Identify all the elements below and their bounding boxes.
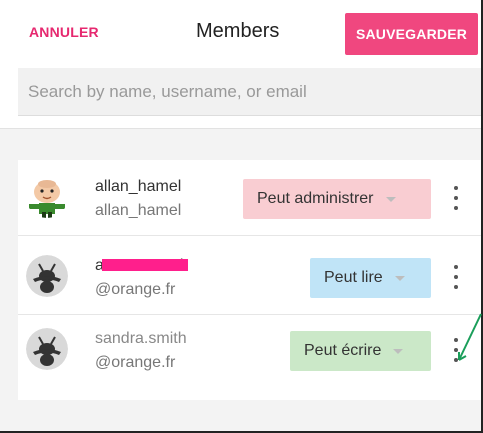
role-label: Peut administrer [257, 190, 374, 207]
ant-avatar-icon [26, 255, 68, 297]
members-list: allan_hamel allan_hamel Peut administrer [18, 160, 481, 400]
member-row: al @orange.fr Peut lire [18, 239, 481, 315]
role-dropdown[interactable]: Peut écrire [290, 331, 431, 371]
member-row: sandra.smith @orange.fr Peut écrire [18, 312, 481, 388]
role-dropdown[interactable]: Peut administrer [243, 179, 431, 219]
chevron-down-icon [385, 196, 396, 202]
ant-avatar-icon [26, 328, 68, 370]
member-email: @orange.fr [95, 354, 176, 371]
annotation-arrow [458, 313, 482, 361]
role-dropdown[interactable]: Peut lire [310, 258, 431, 298]
search-input[interactable] [18, 68, 481, 116]
redaction-mark [102, 259, 188, 271]
cartoon-character-avatar-icon [26, 176, 68, 218]
member-username: allan_hamel [95, 202, 182, 219]
member-name: allan_hamel [95, 178, 182, 195]
chevron-down-icon [393, 348, 404, 354]
more-options-icon[interactable] [451, 265, 461, 289]
member-name: sandra.smith [95, 330, 187, 347]
cancel-button[interactable]: ANNULER [29, 24, 99, 40]
members-dialog: ANNULER Members SAUVEGARDER Search by na… [0, 0, 483, 433]
dialog-header: ANNULER Members SAUVEGARDER [0, 0, 481, 66]
member-email: @orange.fr [95, 281, 176, 298]
save-button[interactable]: SAUVEGARDER [345, 13, 478, 55]
role-label: Peut lire [324, 269, 383, 286]
member-row: allan_hamel allan_hamel Peut administrer [18, 160, 481, 236]
dialog-title: Members [196, 20, 280, 42]
chevron-down-icon [394, 275, 405, 281]
role-label: Peut écrire [304, 342, 382, 359]
more-options-icon[interactable] [451, 186, 461, 210]
